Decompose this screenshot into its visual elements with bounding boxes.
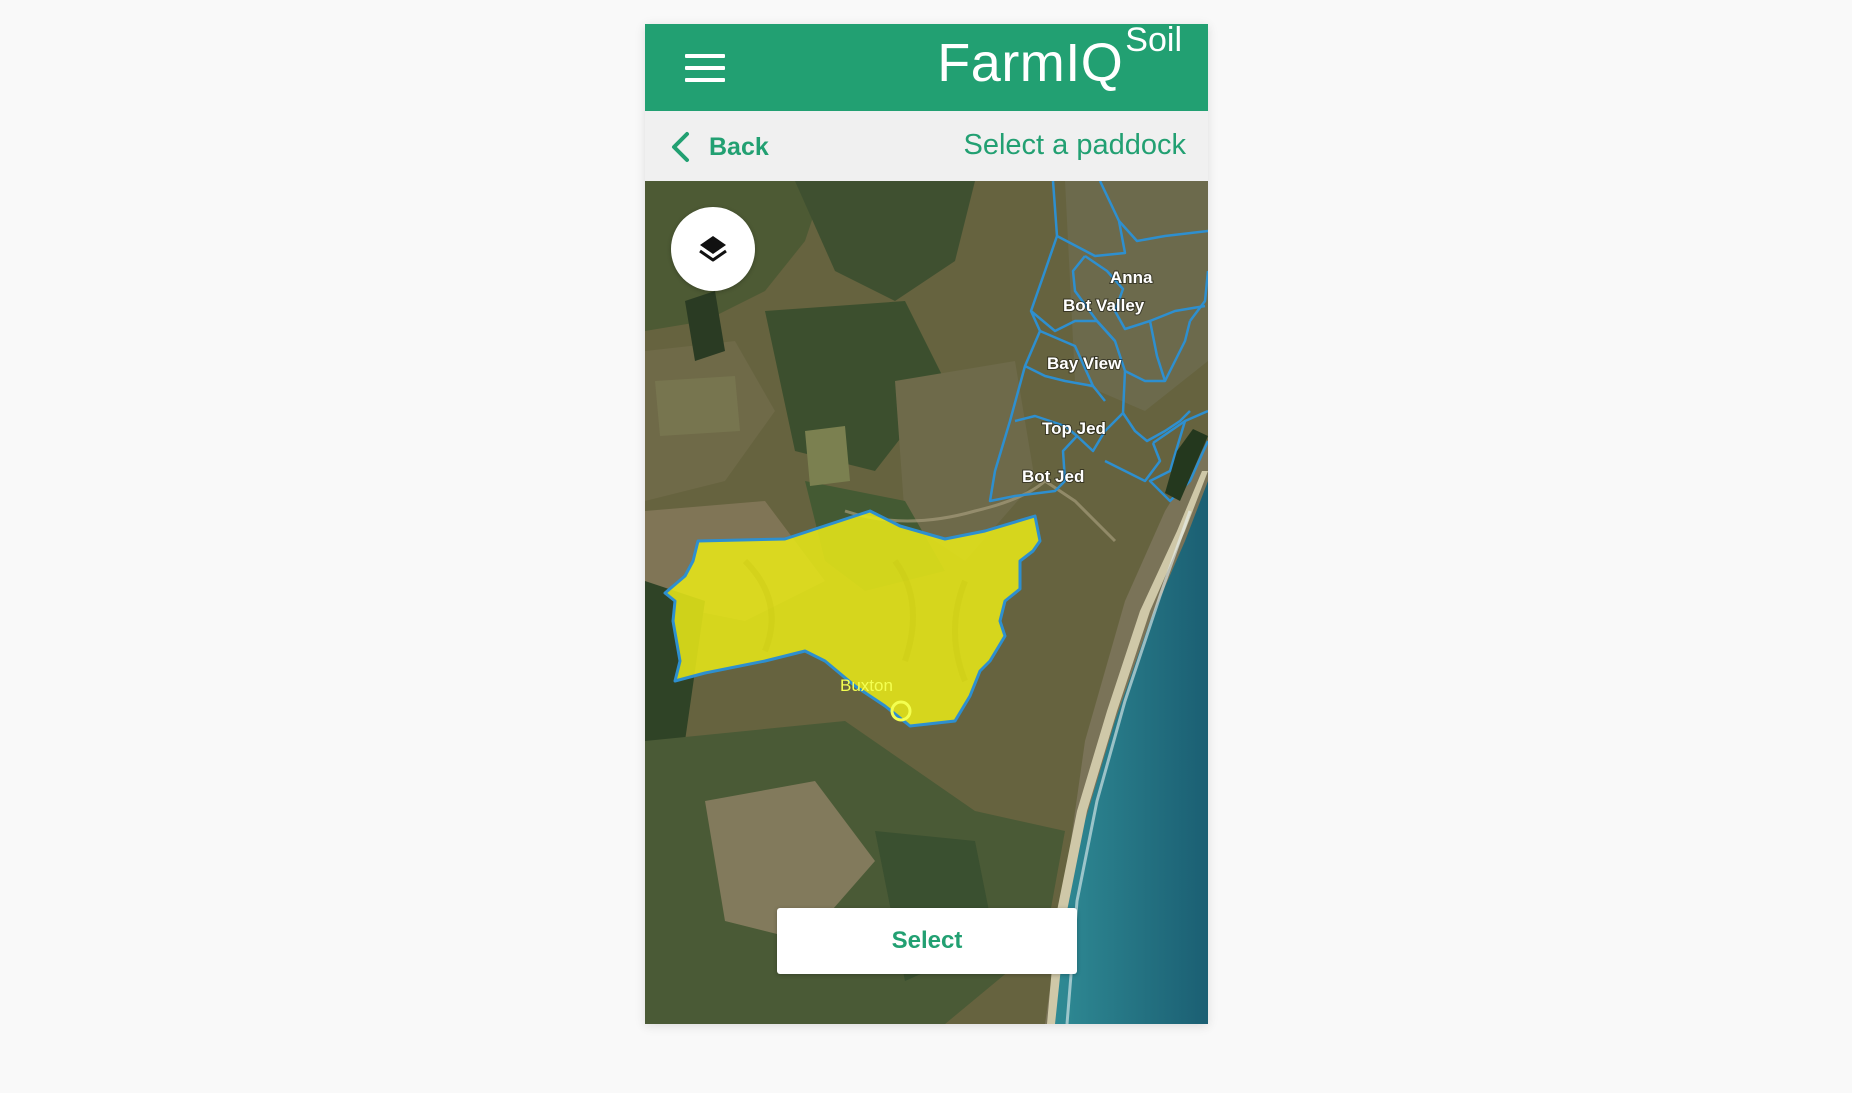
map-canvas[interactable]: Anna Bot Valley Bay View Top Jed Bot Jed… [645,181,1208,1024]
paddock-label-anna[interactable]: Anna [1109,267,1154,288]
paddock-label-top-jed[interactable]: Top Jed [1041,418,1107,439]
logo-text: FarmIQ [937,33,1124,93]
select-button[interactable]: Select [777,908,1077,974]
layers-button[interactable] [671,207,755,291]
paddock-label-buxton[interactable]: Buxton [840,676,893,695]
app-header: FarmIQSoil [645,24,1208,111]
paddock-label-bay-view[interactable]: Bay View [1046,353,1123,374]
navigation-bar: Back Select a paddock [645,111,1208,181]
chevron-left-icon [672,132,689,162]
paddock-label-bot-valley[interactable]: Bot Valley [1062,295,1146,316]
back-button[interactable]: Back [669,129,769,165]
hamburger-menu-icon[interactable] [685,54,725,82]
back-label: Back [709,132,769,161]
layers-icon [699,236,727,262]
app-window: FarmIQSoil Back Select a paddock Anna Bo… [645,24,1208,1024]
app-logo: FarmIQSoil [937,24,1182,94]
page-title: Select a paddock [963,129,1186,161]
paddock-map[interactable]: Anna Bot Valley Bay View Top Jed Bot Jed… [645,181,1208,1024]
logo-superscript: Soil [1125,24,1182,59]
paddock-label-bot-jed[interactable]: Bot Jed [1021,466,1085,487]
